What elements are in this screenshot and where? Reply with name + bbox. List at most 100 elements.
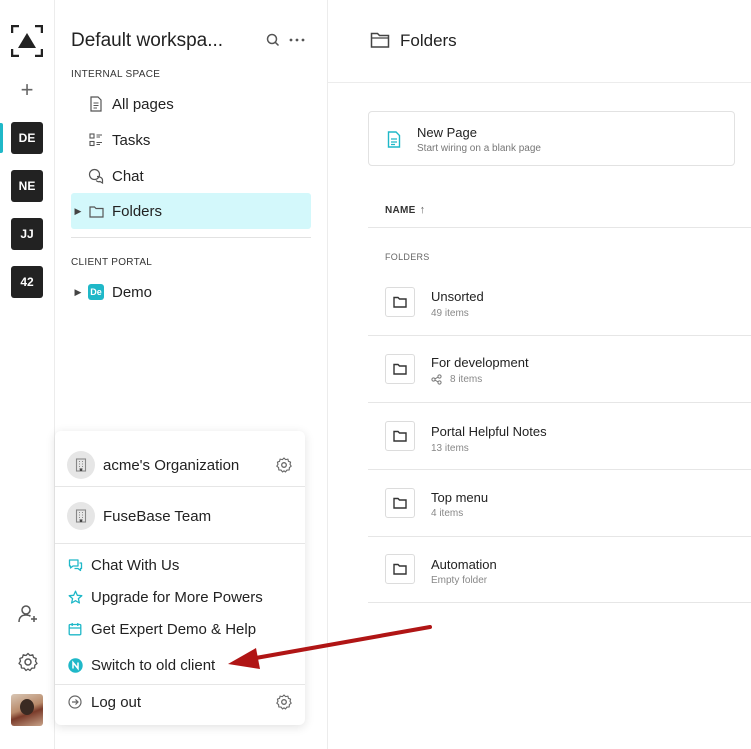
folder-meta: 13 items: [431, 443, 469, 454]
internal-space-label: INTERNAL SPACE: [71, 69, 161, 80]
folder-icon: [370, 32, 390, 48]
workspace-jj[interactable]: JJ: [11, 218, 43, 250]
folder-meta: Empty folder: [431, 575, 487, 586]
folder-row-portal-helpful-notes[interactable]: Portal Helpful Notes 13 items: [368, 404, 751, 470]
folder-meta: 49 items: [431, 308, 469, 319]
settings-gear-icon[interactable]: [17, 651, 39, 673]
sidebar-item-label: Chat: [112, 167, 144, 185]
client-portal-label: CLIENT PORTAL: [71, 257, 153, 268]
shared-icon: [431, 374, 442, 385]
folder-item-count: 4 items: [431, 508, 464, 519]
main-header: Folders: [328, 0, 751, 83]
chat-bubbles-icon: [67, 557, 83, 573]
building-icon: [67, 502, 95, 530]
folders-section-label: FOLDERS: [385, 252, 430, 262]
org-row-acme[interactable]: acme's Organization: [55, 440, 305, 490]
folder-row-for-development[interactable]: For development 8 items: [368, 337, 751, 403]
workspace-title[interactable]: Default workspa...: [71, 30, 231, 52]
new-page-subtitle: Start wiring on a blank page: [417, 143, 541, 154]
portal-badge-icon: De: [88, 284, 104, 300]
sidebar-item-all-pages[interactable]: All pages: [71, 86, 311, 122]
folder-meta: 4 items: [431, 508, 463, 519]
upgrade-item[interactable]: Upgrade for More Powers: [55, 582, 305, 612]
folder-item-count: 8 items: [450, 374, 483, 385]
expert-demo-item[interactable]: Get Expert Demo & Help: [55, 614, 305, 644]
popup-divider: [55, 486, 305, 487]
app-logo-icon[interactable]: [11, 25, 43, 57]
menu-item-label: Switch to old client: [91, 656, 216, 674]
folder-icon: [385, 488, 415, 518]
new-page-button[interactable]: New Page Start wiring on a blank page: [368, 111, 735, 166]
sidebar-item-tasks[interactable]: Tasks: [71, 122, 311, 158]
folder-icon: [385, 421, 415, 451]
folder-icon: [385, 354, 415, 384]
folder-icon: [385, 554, 415, 584]
folder-item-count: 49 items: [431, 308, 469, 319]
sidebar-item-label: Demo: [112, 283, 153, 301]
folder-item-count: Empty folder: [431, 575, 488, 586]
folder-row-unsorted[interactable]: Unsorted 49 items: [368, 270, 751, 336]
chat-with-us-item[interactable]: Chat With Us: [55, 550, 305, 580]
org-name: FuseBase Team: [103, 507, 212, 525]
workspace-ne[interactable]: NE: [11, 170, 43, 202]
folder-name: For development: [431, 355, 529, 370]
sidebar-item-label: Tasks: [112, 131, 151, 149]
building-icon: [67, 451, 95, 479]
new-page-title: New Page: [417, 125, 477, 140]
folder-name: Portal Helpful Notes: [431, 424, 547, 439]
menu-item-label: Chat With Us: [91, 556, 180, 574]
name-column-header[interactable]: NAME ↑: [385, 204, 425, 216]
org-settings-gear-icon[interactable]: [275, 456, 293, 474]
folder-name: Unsorted: [431, 289, 484, 304]
workspace-de[interactable]: DE: [11, 122, 43, 154]
main-content: Folders New Page Start wiring on a blank…: [328, 0, 751, 749]
switch-old-client-item[interactable]: Switch to old client: [55, 650, 305, 680]
org-row-fusebase[interactable]: FuseBase Team: [55, 491, 305, 541]
chat-icon: [88, 168, 104, 184]
star-icon: [67, 589, 83, 605]
logout-icon: [67, 694, 83, 710]
menu-item-label: Get Expert Demo & Help: [91, 620, 257, 638]
add-workspace-button[interactable]: +: [17, 79, 37, 101]
more-options-icon[interactable]: [288, 31, 306, 49]
folder-icon: [88, 203, 104, 219]
tasks-icon: [88, 132, 104, 148]
folder-item-count: 13 items: [431, 443, 469, 454]
caret-right-icon[interactable]: ▶: [72, 287, 84, 298]
org-name: acme's Organization: [103, 456, 240, 474]
folder-meta: 8 items: [431, 374, 482, 385]
workspace-42[interactable]: 42: [11, 266, 43, 298]
header-divider: [368, 227, 751, 228]
logout-item[interactable]: Log out: [55, 687, 305, 717]
menu-item-label: Log out: [91, 693, 142, 711]
sidebar-item-label: All pages: [112, 95, 174, 113]
account-menu-popup: acme's Organization FuseBase Team Chat W…: [55, 431, 305, 725]
calendar-icon: [67, 621, 83, 637]
user-avatar[interactable]: [11, 694, 43, 726]
folder-row-top-menu[interactable]: Top menu 4 items: [368, 471, 751, 537]
page-title: Folders: [400, 31, 457, 50]
sidebar-item-folders[interactable]: ▶ Folders: [71, 193, 311, 229]
workspace-rail: + DE NE JJ 42: [0, 0, 55, 749]
settings-gear-icon[interactable]: [275, 693, 293, 711]
folder-row-automation[interactable]: Automation Empty folder: [368, 537, 751, 603]
folder-name: Top menu: [431, 490, 489, 505]
active-workspace-indicator: [0, 123, 3, 153]
popup-divider: [55, 543, 305, 544]
popup-divider: [55, 684, 305, 685]
sidebar-divider: [71, 237, 311, 238]
sidebar-item-label: Folders: [112, 202, 163, 220]
caret-right-icon[interactable]: ▶: [72, 206, 84, 217]
name-column-label: NAME: [385, 205, 416, 216]
nimbus-logo-icon: [67, 657, 83, 673]
menu-item-label: Upgrade for More Powers: [91, 588, 263, 606]
sidebar-item-chat[interactable]: Chat: [71, 158, 311, 194]
portal-badge: De: [88, 284, 104, 300]
sidebar-item-demo-portal[interactable]: ▶ De Demo: [71, 274, 311, 310]
add-user-icon[interactable]: [17, 603, 39, 625]
sort-ascending-icon: ↑: [419, 204, 426, 216]
document-icon: [88, 96, 104, 112]
folder-icon: [385, 287, 415, 317]
search-icon[interactable]: [264, 31, 282, 49]
folder-name: Automation: [431, 557, 497, 572]
